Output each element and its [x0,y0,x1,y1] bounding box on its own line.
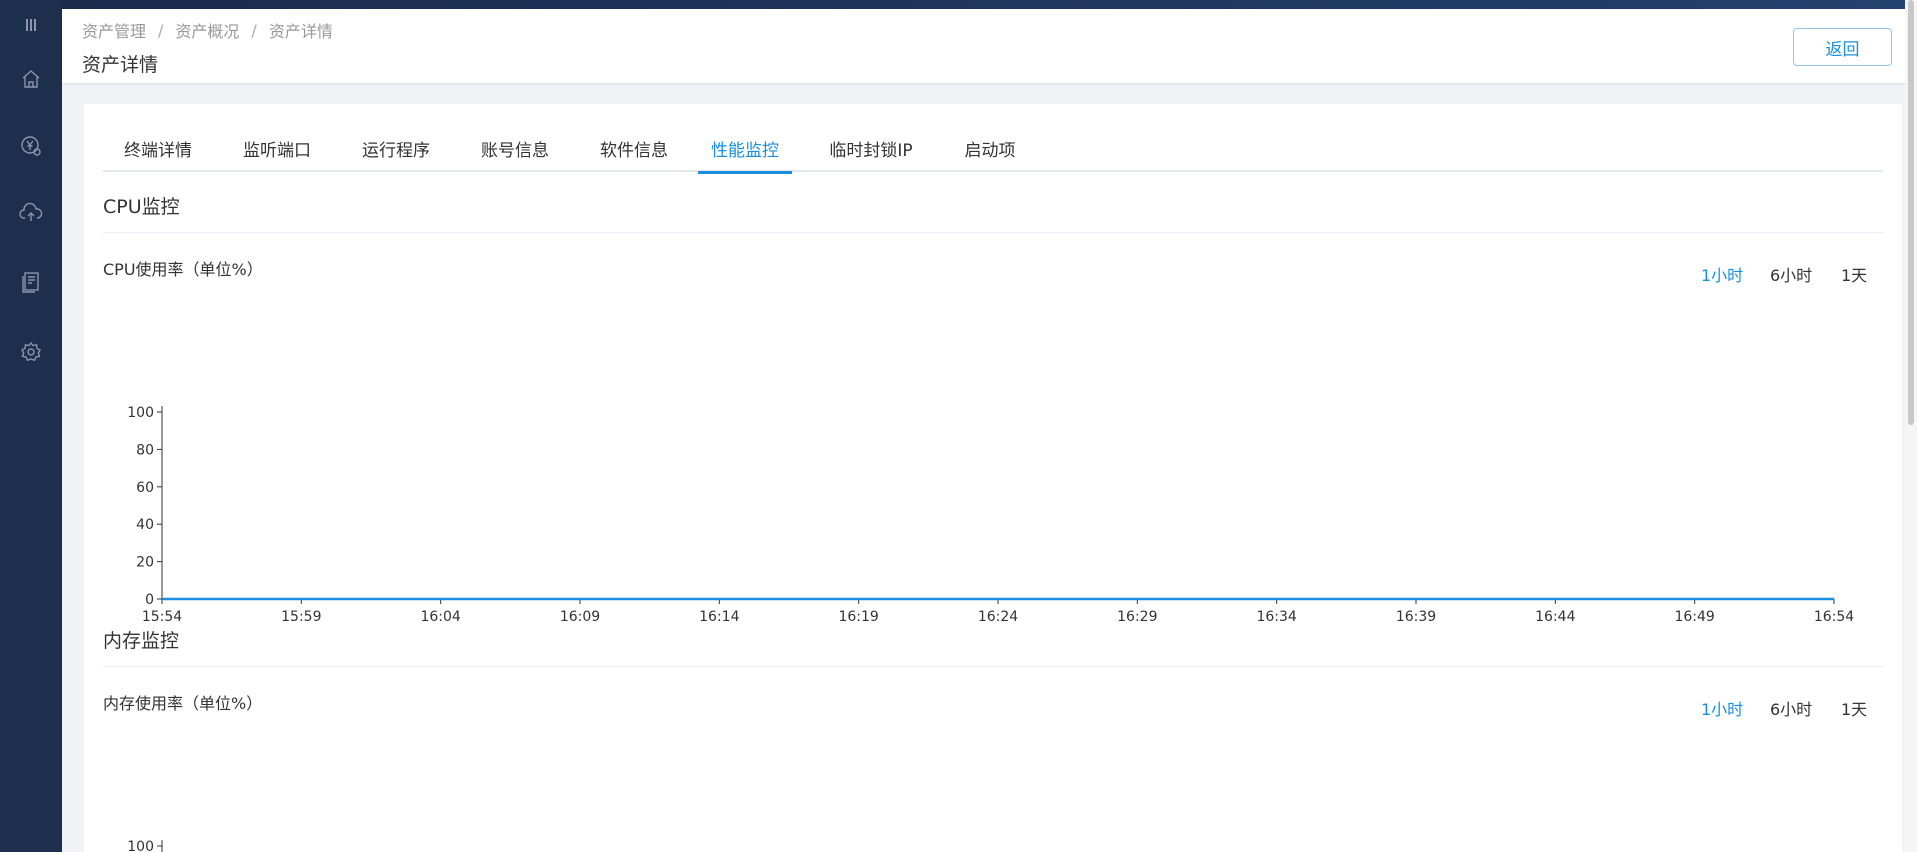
memory-range-6h-button[interactable]: 6小时 [1770,696,1812,720]
y-tick-label: 60 [136,480,154,496]
y-tick-label: 80 [136,442,154,458]
sidebar [0,0,62,852]
y-tick-label: 40 [136,517,154,533]
tab-account-info[interactable]: 账号信息 [460,124,570,172]
x-tick-label: 16:34 [1256,609,1296,625]
x-tick-label: 16:24 [978,609,1018,625]
divider [103,666,1883,667]
cpu-usage-chart: 0 20 40 60 80 100 15:54 15:59 16:04 16:09 16:14 16:… [127,405,1854,625]
breadcrumb-item-asset-detail: 资产详情 [268,22,333,41]
x-tick-label: 16:39 [1396,609,1436,625]
x-tick-label: 16:09 [560,609,600,625]
memory-range-1d-button[interactable]: 1天 [1841,696,1867,720]
tab-temp-block-ip[interactable]: 临时封锁IP [806,124,936,172]
y-tick-label: 100 [127,839,154,852]
cpu-section-title: CPU监控 [103,196,180,218]
x-tick-label: 16:44 [1535,609,1575,625]
cpu-range-1d-button[interactable]: 1天 [1841,262,1867,286]
x-tick-label: 15:54 [142,609,182,625]
cloud-upload-icon[interactable] [0,193,62,233]
main-content: 终端详情 监听端口 运行程序 账号信息 软件信息 性能监控 临时封锁IP 启动项… [84,104,1902,852]
breadcrumb-separator: / [158,20,164,40]
breadcrumb-item-asset-overview[interactable]: 资产概况 [175,18,239,42]
menu-toggle-icon[interactable] [0,10,62,40]
tab-terminal-detail[interactable]: 终端详情 [103,124,213,172]
memory-section-title: 内存监控 [103,630,180,652]
y-tick-label: 20 [136,555,154,571]
breadcrumb-separator: / [251,20,257,40]
x-tick-label: 15:59 [281,609,321,625]
y-tick-label: 100 [127,405,154,421]
memory-usage-chart: 100 [127,839,163,852]
tab-listening-ports[interactable]: 监听端口 [222,124,332,172]
back-button[interactable]: 返回 [1793,28,1892,66]
cpu-range-6h-button[interactable]: 6小时 [1770,262,1812,286]
page-title: 资产详情 [82,54,159,76]
page-header: 资产管理 / 资产概况 / 资产详情 资产详情 返回 [62,9,1917,83]
tab-running-programs[interactable]: 运行程序 [341,124,451,172]
x-tick-label: 16:14 [699,609,739,625]
cpu-range-1h-button[interactable]: 1小时 [1701,262,1743,286]
x-tick-label: 16:49 [1674,609,1714,625]
tab-performance-monitor[interactable]: 性能监控 [698,124,792,174]
report-icon[interactable] [0,262,62,302]
divider [103,232,1883,233]
x-tick-label: 16:54 [1814,609,1854,625]
top-strip [62,0,1917,9]
x-tick-label: 16:19 [838,609,878,625]
tab-bar: 终端详情 监听端口 运行程序 账号信息 软件信息 性能监控 临时封锁IP 启动项 [103,124,1883,174]
page-scrollbar[interactable] [1905,0,1917,852]
y-tick-label: 0 [145,592,154,608]
gear-icon[interactable] [0,332,62,372]
breadcrumb: 资产管理 / 资产概况 / 资产详情 [82,18,333,42]
memory-chart-title: 内存使用率（单位%） [103,694,263,713]
cpu-chart-title: CPU使用率（单位%） [103,260,263,279]
x-tick-label: 16:04 [420,609,460,625]
memory-range-1h-button[interactable]: 1小时 [1701,696,1743,720]
tab-software-info[interactable]: 软件信息 [579,124,689,172]
home-icon[interactable] [0,59,62,99]
tab-startup-items[interactable]: 启动项 [945,124,1035,172]
x-tick-label: 16:29 [1117,609,1157,625]
breadcrumb-item-asset-management[interactable]: 资产管理 [82,18,146,42]
asset-icon[interactable] [0,126,62,166]
scrollbar-thumb[interactable] [1908,0,1914,425]
